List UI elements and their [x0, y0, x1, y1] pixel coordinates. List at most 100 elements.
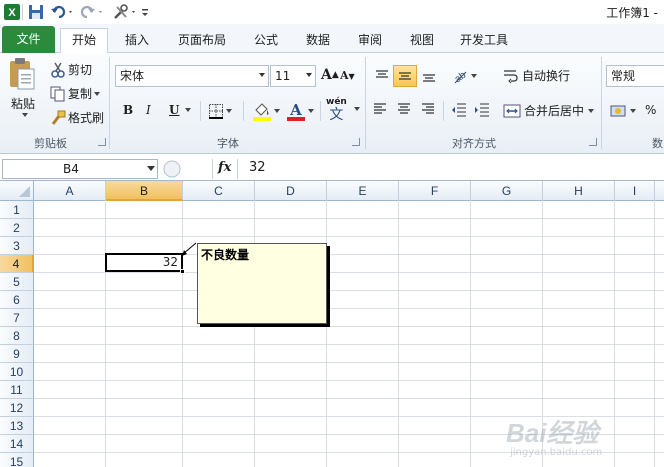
column-header-b[interactable]: B [106, 181, 183, 201]
paste-dropdown[interactable] [20, 113, 28, 117]
save-icon[interactable] [28, 3, 44, 21]
paste-label[interactable]: 粘贴 [11, 95, 35, 112]
cut-button[interactable]: 剪切 [50, 61, 92, 78]
decrease-indent-button[interactable] [451, 103, 467, 117]
phonetic-button[interactable]: wén 文 [326, 97, 347, 123]
phonetic-dropdown[interactable] [352, 107, 360, 111]
fill-handle[interactable] [180, 269, 185, 274]
alignment-launcher[interactable] [589, 138, 597, 146]
paste-button[interactable] [6, 57, 36, 93]
row-header-5[interactable]: 5 [0, 273, 34, 291]
row-header-10[interactable]: 10 [0, 363, 34, 381]
row-header-3[interactable]: 3 [0, 237, 34, 255]
orientation-button[interactable]: ab [451, 67, 477, 85]
column-header-i[interactable]: I [615, 181, 655, 201]
customize-qat-icon[interactable] [140, 3, 150, 21]
number-format-value: 常规 [611, 69, 636, 83]
name-box-value: B4 [63, 162, 79, 176]
undo-icon[interactable] [50, 3, 76, 21]
name-box[interactable]: B4 [2, 159, 158, 179]
row-header-15[interactable]: 15 [0, 453, 34, 467]
svg-text:A: A [289, 101, 302, 119]
text-orientation-icon: ab [453, 70, 469, 85]
active-cell-b4[interactable]: 32 [105, 253, 183, 272]
row-header-6[interactable]: 6 [0, 291, 34, 309]
align-bottom-button[interactable] [418, 65, 440, 87]
row-header-11[interactable]: 11 [0, 381, 34, 399]
align-center-button[interactable] [397, 103, 411, 115]
borders-button[interactable] [208, 103, 232, 119]
row-header-2[interactable]: 2 [0, 219, 34, 237]
separator [109, 57, 110, 149]
column-header-c[interactable]: C [183, 181, 255, 201]
font-size-combo[interactable]: 11 [270, 65, 316, 87]
cell-comment[interactable]: 不良数量 [197, 243, 327, 324]
wrap-text-button[interactable]: 自动换行 [503, 67, 570, 84]
separator [443, 101, 444, 121]
column-header-a[interactable]: A [34, 181, 106, 201]
font-name-combo[interactable]: 宋体 [115, 65, 269, 87]
tab-data[interactable]: 数据 [296, 29, 340, 53]
tab-home[interactable]: 开始 [60, 28, 108, 53]
align-right-button[interactable] [421, 103, 435, 115]
gridline-vertical [398, 201, 399, 467]
formula-input[interactable]: 32 [249, 160, 266, 175]
shrink-font-button[interactable]: A ▼ [340, 69, 355, 82]
tab-formulas[interactable]: 公式 [244, 29, 288, 53]
row-header-1[interactable]: 1 [0, 201, 34, 219]
currency-button[interactable] [610, 103, 636, 119]
tab-review[interactable]: 审阅 [348, 29, 392, 53]
shrink-font-glyph: A [340, 69, 349, 82]
column-header-e[interactable]: E [327, 181, 399, 201]
percent-button[interactable]: % [645, 103, 656, 117]
copy-icon [50, 86, 65, 101]
tab-insert[interactable]: 插入 [115, 29, 159, 53]
formula-bar: B4 fx 32 [0, 157, 664, 181]
column-header-g[interactable]: G [471, 181, 543, 201]
grow-font-button[interactable]: A ▲ [321, 67, 339, 83]
increase-indent-button[interactable] [474, 103, 490, 117]
separator [601, 57, 602, 149]
row-header-13[interactable]: 13 [0, 417, 34, 435]
column-header-h[interactable]: H [543, 181, 615, 201]
row-header-7[interactable]: 7 [0, 309, 34, 327]
tab-view[interactable]: 视图 [400, 29, 444, 53]
row-header-9[interactable]: 9 [0, 345, 34, 363]
tab-file[interactable]: 文件 [2, 26, 55, 53]
grow-font-glyph: A [321, 67, 332, 83]
format-painter-button[interactable]: 格式刷 [50, 109, 104, 126]
number-format-combo[interactable]: 常规 [606, 65, 664, 87]
align-middle-button[interactable] [393, 65, 417, 87]
increase-indent-icon [475, 103, 489, 117]
separator [365, 57, 366, 149]
row-header-12[interactable]: 12 [0, 399, 34, 417]
redo-icon[interactable] [80, 3, 106, 21]
font-color-button[interactable]: A [286, 101, 314, 121]
paintbrush-icon [51, 110, 66, 125]
row-header-14[interactable]: 14 [0, 435, 34, 453]
bold-button[interactable]: B [123, 103, 133, 117]
align-middle-icon [399, 72, 411, 80]
italic-button[interactable]: I [146, 103, 151, 117]
align-left-button[interactable] [373, 103, 387, 115]
gridline-vertical [326, 201, 327, 467]
column-header-f[interactable]: F [399, 181, 471, 201]
font-launcher[interactable] [352, 138, 360, 146]
formula-bar-splitter[interactable] [160, 159, 210, 179]
row-header-4[interactable]: 4 [0, 255, 34, 273]
tab-page-layout[interactable]: 页面布局 [170, 29, 234, 53]
align-top-button[interactable] [371, 65, 393, 87]
tools-icon[interactable] [112, 3, 138, 21]
excel-logo-icon: X [4, 4, 20, 20]
fill-color-button[interactable] [252, 101, 280, 121]
select-all-corner[interactable] [0, 181, 34, 201]
copy-button[interactable]: 复制 [50, 85, 101, 102]
insert-function-button[interactable]: fx [212, 159, 238, 179]
align-right-icon [422, 103, 434, 114]
clipboard-launcher[interactable] [98, 138, 106, 146]
row-header-8[interactable]: 8 [0, 327, 34, 345]
column-header-d[interactable]: D [255, 181, 327, 201]
underline-button[interactable]: U [169, 103, 192, 117]
merge-center-button[interactable]: 合并后居中 [503, 102, 595, 119]
tab-developer[interactable]: 开发工具 [452, 29, 516, 53]
